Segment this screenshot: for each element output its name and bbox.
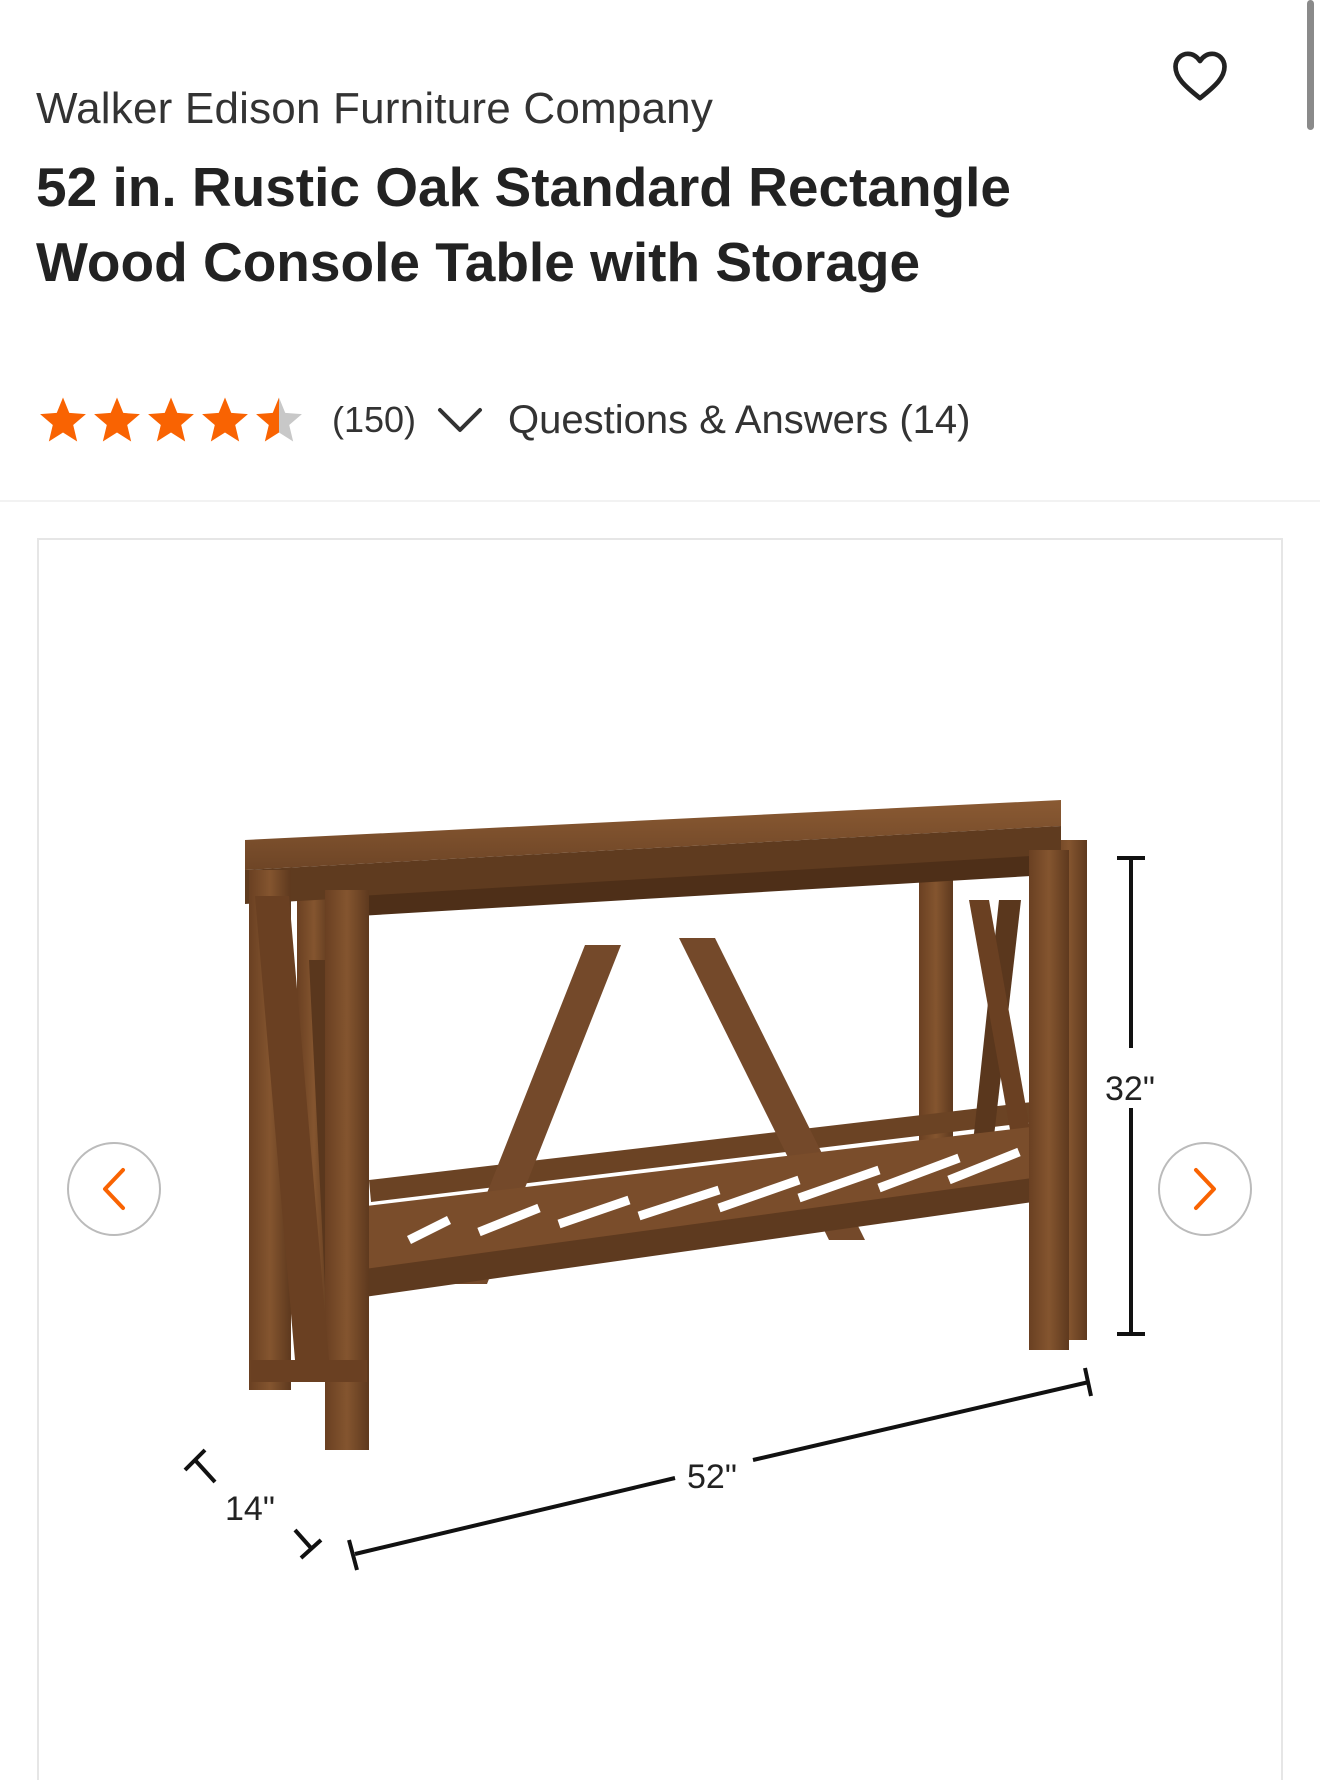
dimension-height-label: 32" bbox=[1105, 1070, 1155, 1108]
chevron-right-icon bbox=[1194, 1168, 1216, 1210]
table-back-legs bbox=[297, 840, 1087, 1370]
star-half-icon bbox=[256, 397, 302, 442]
rating-row: (150) Questions & Answers (14) bbox=[36, 395, 970, 445]
scrollbar[interactable] bbox=[1307, 0, 1314, 130]
dimension-depth-label: 14" bbox=[225, 1490, 275, 1528]
heart-icon bbox=[1173, 51, 1227, 101]
star-full-icon bbox=[40, 397, 86, 442]
chevron-left-icon bbox=[103, 1168, 125, 1210]
star-rating[interactable] bbox=[36, 395, 306, 445]
dimension-width-label: 52" bbox=[687, 1458, 737, 1496]
star-full-icon bbox=[94, 397, 140, 442]
star-full-icon bbox=[202, 397, 248, 442]
product-image-frame: 32" 52" 14" bbox=[37, 538, 1283, 1780]
chevron-down-icon bbox=[438, 408, 483, 432]
questions-answers-link[interactable]: Questions & Answers (14) bbox=[508, 398, 970, 443]
carousel-prev-button[interactable] bbox=[67, 1142, 161, 1236]
brand-name[interactable]: Walker Edison Furniture Company bbox=[36, 84, 713, 134]
product-image[interactable]: 32" 52" 14" bbox=[39, 540, 1283, 1780]
favorite-button[interactable] bbox=[1168, 44, 1232, 108]
review-count[interactable]: (150) bbox=[332, 399, 416, 441]
expand-reviews-button[interactable] bbox=[432, 400, 488, 440]
carousel-next-button[interactable] bbox=[1158, 1142, 1252, 1236]
divider bbox=[0, 500, 1320, 502]
star-full-icon bbox=[148, 397, 194, 442]
product-title: 52 in. Rustic Oak Standard Rectangle Woo… bbox=[36, 156, 1012, 293]
